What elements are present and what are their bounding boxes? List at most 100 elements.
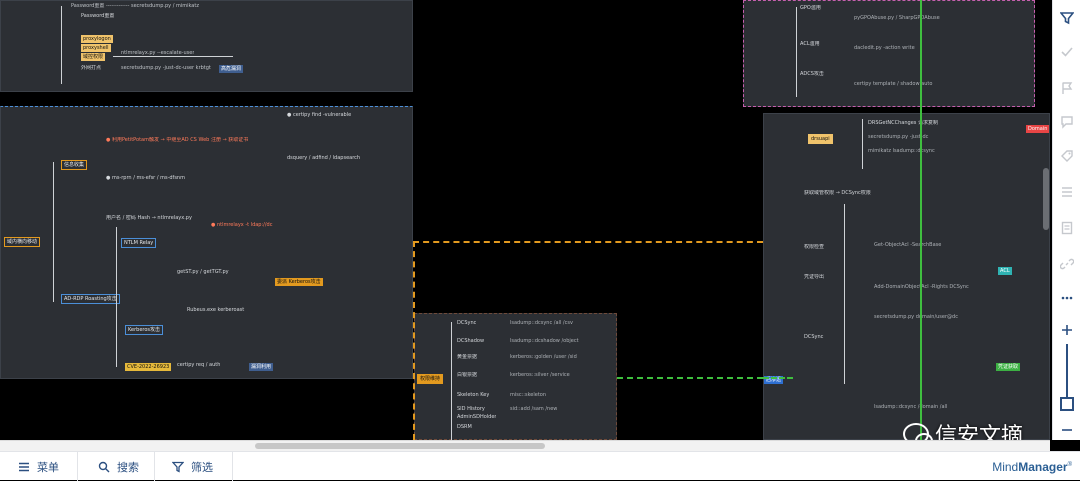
filter-button[interactable]: 筛选 xyxy=(172,452,213,481)
row-label: Skeleton Key xyxy=(457,392,490,398)
node-text: certipy req / auth xyxy=(177,362,221,368)
node-text: getST.py / getTGT.py xyxy=(177,269,229,275)
mind-map-canvas[interactable]: Password重置 ------------- secretsdump.py … xyxy=(0,0,1050,440)
node-text: lsadump::dcsync /domain /all xyxy=(874,404,948,410)
node-tag[interactable]: 高危漏洞 xyxy=(219,65,244,73)
node-text: lsadump::dcshadow /object xyxy=(510,338,579,344)
node-tag-domain[interactable]: Domain xyxy=(1026,125,1050,133)
comment-icon[interactable] xyxy=(1059,114,1075,130)
connector xyxy=(862,119,863,169)
tag-icon[interactable] xyxy=(1059,148,1075,164)
map-panel-top-right: GPO滥用 ACL滥用 ADCS攻击 pyGPOAbuse.py / Sharp… xyxy=(743,0,1035,107)
node-info-collect[interactable]: 信息收集 xyxy=(61,160,88,170)
node-text: Get-ObjectAcl -SearchBase xyxy=(874,242,942,248)
node-text: secretsdump.py -just-dc-user krbtgt xyxy=(121,65,211,71)
watermark-text: 信安文摘 xyxy=(935,424,1024,440)
canvas-vertical-scrollbar[interactable] xyxy=(1043,168,1049,230)
brand-mark: ® xyxy=(1067,462,1072,468)
relationship-line-green[interactable] xyxy=(617,377,763,379)
node-text: secretsdump.py -just-dc xyxy=(868,134,929,140)
brand-prefix: Mind xyxy=(992,460,1019,474)
row-label: 黄金票据 xyxy=(457,354,478,360)
wechat-icon xyxy=(903,423,933,440)
row-label: AdminSDHolder xyxy=(457,414,497,420)
filter-label: 筛选 xyxy=(191,460,213,474)
node-tag[interactable]: proxyshell xyxy=(81,44,111,52)
relationship-line-green-vertical[interactable] xyxy=(920,0,922,440)
node-badge-cyan[interactable]: ACL xyxy=(998,267,1012,275)
connector xyxy=(796,7,797,97)
connector xyxy=(116,227,117,367)
link-icon[interactable] xyxy=(1059,256,1075,272)
node-text: mimikatz lsadump::dcsync xyxy=(868,148,935,154)
node-text: Rubeus.exe kerberoast xyxy=(187,307,245,313)
node-text: dsquery / adfind / ldapsearch xyxy=(287,155,361,161)
node-text: ● certipy find -vulnerable xyxy=(287,112,352,118)
mindmanager-logo: MindManager® xyxy=(992,460,1072,474)
document-icon[interactable] xyxy=(1059,220,1075,236)
relationship-line-orange[interactable] xyxy=(413,241,763,243)
brand-bold: Manager xyxy=(1018,460,1068,474)
node-tag-orange[interactable]: 委派 Kerberos攻击 xyxy=(275,278,323,286)
node-text: 获取域管权限 → DCSync权限 xyxy=(804,190,871,196)
node-text: ADCS攻击 xyxy=(800,71,824,77)
row-label: DCSync xyxy=(457,320,477,326)
row-label: SID History xyxy=(457,406,485,412)
filter-icon xyxy=(172,461,184,473)
search-icon xyxy=(98,461,110,472)
node-tag[interactable]: proxylogon xyxy=(81,35,113,43)
node-tag[interactable]: 域控权限 xyxy=(81,53,106,61)
node-badge-green[interactable]: 凭证获取 xyxy=(996,363,1021,371)
connector xyxy=(61,6,62,84)
relationship-line-orange-vertical[interactable] xyxy=(413,241,415,440)
node-cve[interactable]: CVE-2022-26923 xyxy=(125,363,172,371)
menu-button[interactable]: 菜单 xyxy=(18,452,59,481)
divider xyxy=(232,452,233,481)
node-text: kerberos::golden /user /sid xyxy=(510,354,577,360)
node-ad-rdp[interactable]: AD-RDP Roasting攻击 xyxy=(61,294,120,304)
node-text: misc::skeleton xyxy=(510,392,547,398)
row-label: 白银票据 xyxy=(457,372,478,378)
canvas-horizontal-scrollbar[interactable] xyxy=(0,440,1050,451)
map-panel-top-left: Password重置 ------------- secretsdump.py … xyxy=(0,0,413,92)
check-icon[interactable] xyxy=(1059,44,1075,60)
relationship-line-green-stub[interactable] xyxy=(763,377,793,379)
zoom-slider-track[interactable] xyxy=(1066,344,1068,398)
more-icon[interactable] xyxy=(1059,290,1075,306)
right-toolbar xyxy=(1052,0,1080,440)
node-text: GPO滥用 xyxy=(800,5,821,11)
filter-icon[interactable] xyxy=(1059,10,1075,26)
node-text: dacledit.py -action write xyxy=(854,45,915,51)
connector xyxy=(844,204,845,384)
node-text: 凭证导出 xyxy=(804,274,825,280)
search-label: 搜索 xyxy=(117,460,139,474)
scrollbar-thumb[interactable] xyxy=(255,443,545,449)
node-text: sid::add /sam /new xyxy=(510,406,558,412)
node-tag-blue[interactable]: 漏洞利用 xyxy=(249,363,274,371)
list-icon[interactable] xyxy=(1059,184,1075,200)
map-panel-center: 权限维持 DCSync DCShadow 黄金票据 白银票据 Skeleton … xyxy=(414,313,617,440)
node-text: lsadump::dcsync /all /csv xyxy=(510,320,573,326)
flag-icon[interactable] xyxy=(1059,80,1075,96)
zoom-out-icon[interactable] xyxy=(1059,422,1075,438)
node-text: ● ntlmrelayx -t ldap://dc xyxy=(211,222,273,228)
node-text: certipy template / shadow auto xyxy=(854,81,933,87)
root-node[interactable]: 域内横向移动 xyxy=(4,237,41,247)
bottom-bar: 菜单 搜索 筛选 MindManager® xyxy=(0,451,1080,481)
node-text: ● ms-rprn / ms-efsr / ms-dfsnm xyxy=(106,175,185,181)
node-text: ACL滥用 xyxy=(800,41,820,47)
search-button[interactable]: 搜索 xyxy=(98,452,139,481)
node-drsuapi[interactable]: drsuapi xyxy=(808,134,833,144)
zoom-in-icon[interactable] xyxy=(1059,322,1075,338)
node-text: 权限检查 xyxy=(804,244,825,250)
node-persistence[interactable]: 权限维持 xyxy=(417,374,444,384)
node-ntlm-relay[interactable]: NTLM Relay xyxy=(121,238,157,248)
row-label: DCShadow xyxy=(457,338,485,344)
node-kerberos[interactable]: Kerberos攻击 xyxy=(125,325,164,335)
row-label: DSRM xyxy=(457,424,472,430)
map-panel-left: 域内横向移动 信息收集 AD-RDP Roasting攻击 NTLM Relay… xyxy=(0,106,413,379)
map-panel-right: drsuapi DRSGetNCChanges 请求复制 secretsdump… xyxy=(763,113,1050,440)
node-text: 外网打点 xyxy=(81,65,102,71)
zoom-slider-handle[interactable] xyxy=(1060,397,1074,411)
node-text: DCSync xyxy=(804,334,824,340)
